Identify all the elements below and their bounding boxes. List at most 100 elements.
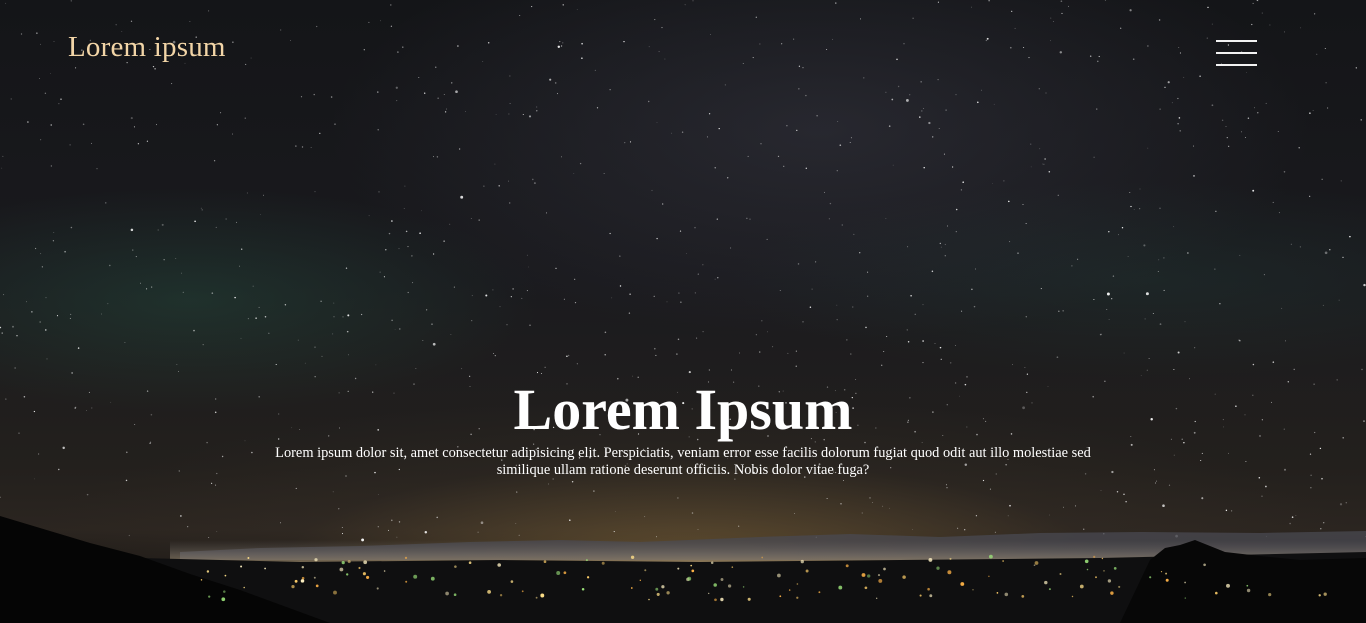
city-light bbox=[1033, 564, 1036, 567]
city-light bbox=[405, 580, 408, 583]
city-light bbox=[861, 573, 866, 577]
hamburger-line-bottom bbox=[1216, 64, 1257, 66]
city-light bbox=[454, 565, 457, 568]
city-light bbox=[1318, 594, 1321, 597]
city-light bbox=[877, 574, 881, 577]
city-light bbox=[779, 595, 782, 598]
city-light bbox=[314, 558, 318, 562]
city-light bbox=[1226, 583, 1230, 588]
city-light bbox=[413, 574, 418, 579]
city-light bbox=[1113, 567, 1117, 570]
city-light bbox=[363, 560, 368, 565]
city-light bbox=[677, 567, 680, 570]
city-light bbox=[720, 597, 724, 602]
city-light bbox=[818, 591, 821, 594]
hero-description: Lorem ipsum dolor sit, amet consectetur … bbox=[275, 445, 1091, 478]
city-light bbox=[1246, 584, 1249, 587]
city-light bbox=[300, 579, 305, 583]
city-light bbox=[540, 593, 545, 598]
city-light bbox=[845, 564, 849, 568]
city-light bbox=[291, 584, 295, 589]
city-light bbox=[1107, 579, 1112, 583]
city-light bbox=[333, 590, 337, 595]
city-light bbox=[928, 557, 933, 562]
city-light bbox=[796, 583, 799, 585]
city-light bbox=[1034, 561, 1039, 565]
city-light bbox=[988, 575, 990, 578]
city-light bbox=[691, 569, 695, 573]
city-light bbox=[1093, 555, 1096, 559]
city-light bbox=[727, 584, 732, 588]
city-light bbox=[747, 597, 751, 601]
city-light bbox=[240, 565, 243, 568]
city-light bbox=[687, 576, 692, 581]
city-light bbox=[867, 574, 871, 578]
city-light bbox=[960, 582, 965, 586]
city-light bbox=[346, 573, 349, 576]
city-light bbox=[656, 592, 660, 596]
city-light bbox=[1002, 560, 1004, 562]
city-light bbox=[497, 563, 502, 567]
city-light bbox=[929, 594, 933, 598]
city-light bbox=[339, 567, 344, 572]
city-light bbox=[543, 560, 547, 564]
city-light bbox=[468, 561, 472, 565]
city-light bbox=[313, 576, 316, 579]
city-light bbox=[878, 578, 883, 583]
city-light bbox=[223, 590, 226, 593]
city-light bbox=[586, 576, 590, 579]
city-light bbox=[585, 559, 588, 562]
city-light bbox=[315, 584, 319, 588]
city-light bbox=[988, 554, 993, 559]
city-light bbox=[1103, 570, 1105, 572]
city-light bbox=[445, 591, 449, 596]
city-light bbox=[301, 576, 305, 580]
city-light bbox=[648, 598, 650, 601]
city-light bbox=[1246, 588, 1251, 593]
city-light bbox=[883, 567, 886, 571]
city-light bbox=[206, 570, 210, 573]
city-light bbox=[404, 556, 408, 560]
city-light bbox=[510, 580, 514, 583]
city-light bbox=[376, 587, 379, 590]
hamburger-menu-button[interactable] bbox=[1212, 36, 1260, 72]
city-light bbox=[630, 555, 635, 559]
city-light bbox=[1323, 592, 1327, 596]
city-light bbox=[1071, 595, 1074, 598]
city-light bbox=[487, 590, 491, 594]
city-light bbox=[563, 571, 567, 575]
city-light bbox=[972, 589, 974, 591]
city-light bbox=[796, 596, 799, 599]
city-light bbox=[366, 575, 370, 579]
site-logo[interactable]: Lorem ipsum bbox=[68, 31, 226, 64]
city-light bbox=[1203, 563, 1206, 567]
city-light bbox=[581, 588, 585, 591]
city-light bbox=[1149, 576, 1152, 579]
city-light bbox=[247, 557, 250, 559]
hero-section: Lorem ipsum Lorem Ipsum Lorem ipsum dolo… bbox=[0, 0, 1366, 623]
city-light bbox=[777, 573, 781, 578]
city-light bbox=[788, 589, 791, 591]
city-light bbox=[1095, 576, 1097, 579]
city-light bbox=[1044, 580, 1048, 585]
city-light bbox=[358, 566, 361, 570]
city-light bbox=[720, 578, 724, 581]
city-light bbox=[947, 570, 952, 575]
city-light bbox=[1110, 591, 1114, 595]
city-light bbox=[690, 564, 693, 567]
city-light bbox=[430, 576, 435, 581]
city-light bbox=[208, 595, 211, 598]
city-light bbox=[864, 586, 868, 590]
city-light bbox=[1215, 591, 1218, 595]
city-light bbox=[1059, 573, 1062, 575]
city-light bbox=[761, 556, 764, 559]
city-light bbox=[301, 565, 305, 569]
city-light bbox=[453, 593, 457, 597]
city-light bbox=[1118, 585, 1121, 588]
city-light bbox=[556, 571, 561, 575]
city-light bbox=[341, 561, 345, 565]
city-light bbox=[666, 591, 670, 595]
city-light bbox=[805, 569, 809, 573]
city-light bbox=[630, 587, 633, 589]
city-light bbox=[927, 587, 930, 591]
